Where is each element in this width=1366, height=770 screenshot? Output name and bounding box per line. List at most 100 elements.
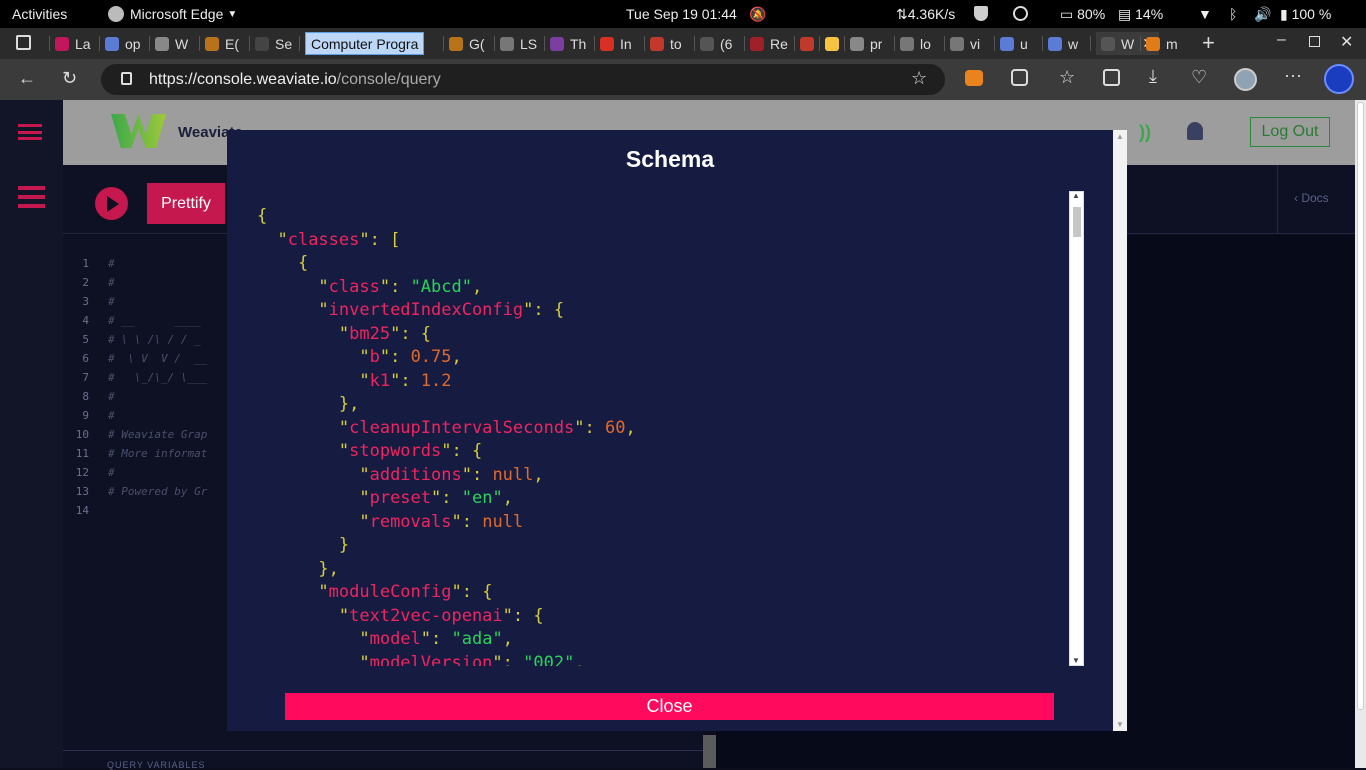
- volume-icon[interactable]: 🔊: [1254, 6, 1271, 23]
- favorites-icon[interactable]: ☆: [1059, 67, 1075, 88]
- query-variables-panel[interactable]: QUERY VARIABLES: [63, 750, 703, 770]
- browser-tab[interactable]: m: [1146, 32, 1178, 55]
- browser-tab[interactable]: [800, 32, 820, 55]
- json-line: "text2vec-openai": {: [257, 606, 544, 629]
- json-line: }: [257, 535, 349, 558]
- browser-tab[interactable]: Th: [550, 32, 586, 55]
- close-window-icon[interactable]: ✕: [1340, 32, 1353, 52]
- browser-tab[interactable]: Re: [750, 32, 788, 55]
- modal-scrollbar[interactable]: ▲ ▼: [1113, 130, 1127, 731]
- modal-scroll-down-icon[interactable]: ▼: [1116, 720, 1124, 729]
- battery-indicator[interactable]: ▮ 100 %: [1280, 6, 1331, 23]
- tab-actions-icon[interactable]: [16, 35, 31, 50]
- refresh-icon[interactable]: ↻: [62, 68, 77, 89]
- browser-tab[interactable]: vi: [950, 32, 980, 55]
- json-line: "class": "Abcd",: [257, 277, 482, 300]
- tab-label: La: [75, 35, 91, 52]
- browser-tab[interactable]: In: [600, 32, 632, 55]
- json-line: "moduleConfig": {: [257, 582, 492, 605]
- pane-splitter[interactable]: [703, 735, 716, 768]
- modal-scroll-up-icon[interactable]: ▲: [1116, 132, 1124, 141]
- rss-icon[interactable]: )): [1139, 122, 1151, 143]
- browser-tab[interactable]: G(: [449, 32, 485, 55]
- browser-tab[interactable]: E(: [205, 32, 239, 55]
- browser-tab[interactable]: (6: [700, 32, 732, 55]
- notification-bell-icon[interactable]: [1187, 122, 1203, 140]
- line-number: 3: [82, 295, 89, 308]
- line-number: 6: [82, 352, 89, 365]
- maximize-icon[interactable]: [1309, 36, 1320, 47]
- bing-copilot-icon[interactable]: [1324, 64, 1354, 94]
- close-button[interactable]: Close: [285, 693, 1054, 720]
- prettify-button[interactable]: Prettify: [147, 183, 225, 224]
- browser-tab[interactable]: u: [1000, 32, 1028, 55]
- json-value: 1.2: [420, 370, 452, 391]
- json-string: "002": [523, 652, 575, 667]
- page-scrollbar[interactable]: [1355, 100, 1366, 768]
- browser-tab[interactable]: [825, 32, 845, 55]
- browser-tab[interactable]: Se: [255, 32, 292, 55]
- docs-label: Docs: [1301, 191, 1329, 205]
- json-punct: ": [257, 417, 350, 438]
- tab-favicon-icon: [850, 36, 864, 51]
- json-punct: ": [257, 582, 329, 602]
- docs-button[interactable]: ‹ Docs: [1294, 191, 1329, 205]
- json-punct: ": {: [523, 300, 565, 320]
- system-top-bar: Activities Microsoft Edge ▼ Tue Sep 19 0…: [0, 0, 1366, 28]
- extensions-icon[interactable]: [1011, 69, 1028, 86]
- wifi-icon[interactable]: ▼: [1198, 6, 1212, 22]
- browser-tab[interactable]: to: [650, 32, 682, 55]
- browser-tab[interactable]: LS: [500, 32, 537, 55]
- tab-separator: [944, 36, 945, 51]
- browser-tab[interactable]: lo: [900, 32, 931, 55]
- favorite-star-icon[interactable]: ☆: [911, 68, 927, 89]
- clock[interactable]: Tue Sep 19 01:44: [626, 6, 737, 22]
- browser-tab[interactable]: W: [155, 32, 188, 55]
- json-line: "additions": null,: [257, 464, 543, 488]
- code-comment: # Powered by Gr: [108, 485, 208, 498]
- json-punct: ":: [451, 511, 483, 532]
- line-number: 5: [82, 333, 89, 346]
- more-icon[interactable]: ···: [1284, 65, 1302, 86]
- downloads-icon[interactable]: ⤓: [1149, 66, 1157, 87]
- browser-tab[interactable]: op: [105, 32, 141, 55]
- browser-tab[interactable]: pr: [850, 32, 882, 55]
- tab-label: lo: [920, 35, 931, 52]
- minimize-icon[interactable]: –: [1277, 31, 1286, 49]
- metamask-icon[interactable]: [965, 70, 983, 86]
- json-punct: ":: [390, 370, 421, 391]
- json-line: "b": 0.75,: [257, 347, 461, 370]
- json-value: null: [492, 464, 534, 485]
- scroll-down-arrow-icon[interactable]: ▼: [1072, 656, 1080, 665]
- performance-icon[interactable]: ♡: [1191, 67, 1207, 88]
- back-icon[interactable]: ←: [18, 68, 36, 89]
- tab-separator: [49, 36, 50, 51]
- json-punct: ": [257, 441, 350, 461]
- logout-button[interactable]: Log Out: [1250, 117, 1330, 147]
- schema-scrollbar-thumb[interactable]: [1073, 207, 1081, 237]
- scroll-up-arrow-icon[interactable]: ▲: [1072, 191, 1080, 200]
- code-comment: # \_/\_/ \___: [108, 371, 208, 384]
- notifications-muted-icon: 🔕: [749, 6, 767, 22]
- profile-avatar[interactable]: [1234, 68, 1257, 91]
- json-key: classes: [287, 229, 360, 250]
- bluetooth-icon[interactable]: ᛒ: [1229, 6, 1237, 22]
- page-scrollbar-thumb[interactable]: [1357, 102, 1364, 710]
- tab-label: op: [125, 35, 141, 52]
- address-bar[interactable]: https://console.weaviate.io/console/quer…: [101, 64, 945, 95]
- new-tab-icon[interactable]: +: [1202, 30, 1215, 56]
- app-menu[interactable]: Microsoft Edge ▼: [108, 6, 237, 22]
- code-comment: # \ \ /\ / / _: [108, 333, 201, 346]
- schema-json-viewer[interactable]: { "classes": [ { "class": "Abcd", "inver…: [257, 206, 1069, 666]
- collections-icon[interactable]: [1103, 69, 1120, 86]
- json-punct: },: [257, 394, 360, 414]
- browser-tab[interactable]: w: [1048, 32, 1078, 55]
- tab-favicon-icon: [1146, 36, 1160, 51]
- schema-scrollbar[interactable]: ▲ ▼: [1069, 191, 1084, 666]
- browser-tab[interactable]: La: [55, 32, 91, 55]
- browser-tab[interactable]: Computer Progra: [305, 32, 425, 55]
- url-text[interactable]: https://console.weaviate.io/console/quer…: [149, 71, 441, 89]
- activities-button[interactable]: Activities: [12, 6, 67, 22]
- json-punct: {: [257, 253, 309, 273]
- tab-favicon-icon: [800, 36, 814, 51]
